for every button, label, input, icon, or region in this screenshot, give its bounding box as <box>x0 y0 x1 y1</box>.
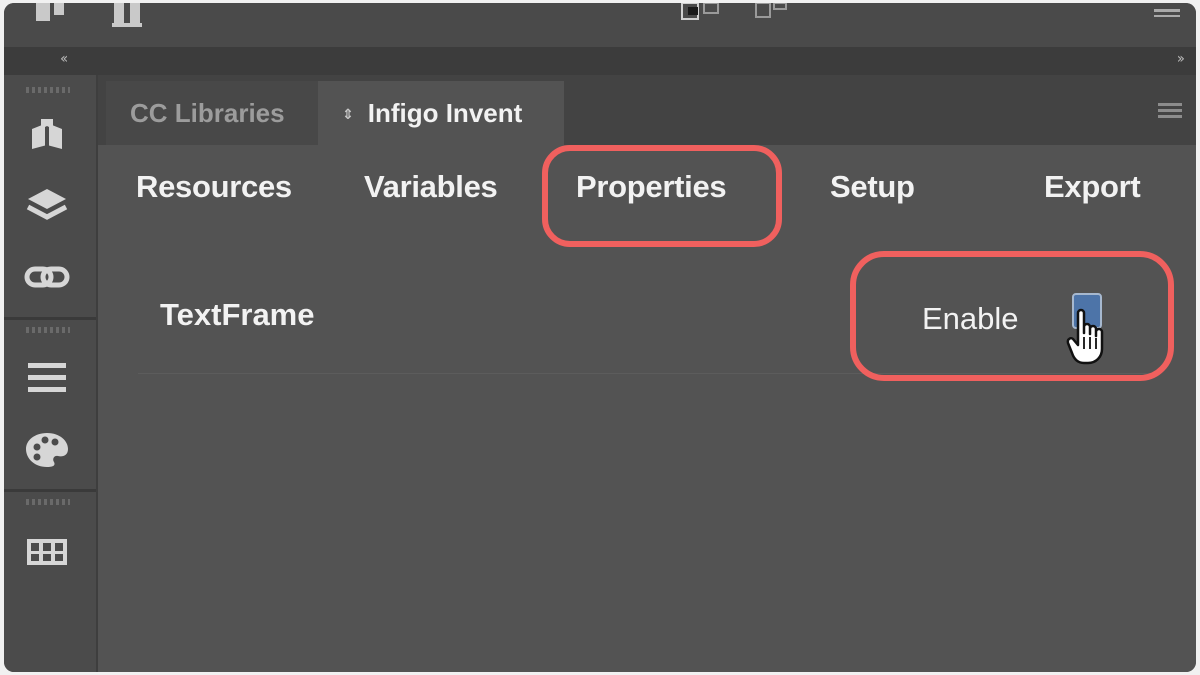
book-icon[interactable] <box>24 115 70 155</box>
layers-icon[interactable] <box>24 185 70 225</box>
rail-separator <box>4 489 96 492</box>
reorder-arrows-icon: ⇕ <box>342 106 354 122</box>
textframe-label: TextFrame <box>160 297 315 332</box>
infigo-invent-panel: CC Libraries ⇕ Infigo Invent Resources Va… <box>98 75 1196 672</box>
links-icon[interactable] <box>24 257 70 297</box>
rail-grip[interactable] <box>26 87 70 93</box>
panel-menu-icon[interactable] <box>1158 103 1182 119</box>
properties-highlight <box>542 145 782 247</box>
tab-label: CC Libraries <box>130 98 285 128</box>
tab-label: Infigo Invent <box>367 98 523 128</box>
tab-infigo-invent[interactable]: ⇕ Infigo Invent <box>318 81 564 145</box>
arrange-icon[interactable] <box>676 3 796 25</box>
menu-lines-icon[interactable] <box>24 357 70 397</box>
palette-icon[interactable] <box>24 429 70 469</box>
nav-variables[interactable]: Variables <box>364 169 498 205</box>
rail-grip[interactable] <box>26 327 70 333</box>
rail-grip[interactable] <box>26 499 70 505</box>
tab-cc-libraries[interactable]: CC Libraries <box>106 81 318 145</box>
rail-separator <box>4 317 96 320</box>
app-window: ‹‹ ›› CC Libraries ⇕ Infigo Invent Resou… <box>4 3 1196 672</box>
nav-export[interactable]: Export <box>1044 169 1141 205</box>
workspace-icon[interactable] <box>34 3 154 29</box>
collapse-left-icon[interactable]: ‹‹ <box>60 51 68 67</box>
expand-right-icon[interactable]: ›› <box>1177 51 1185 67</box>
hand-cursor-icon <box>1066 308 1104 365</box>
nav-resources[interactable]: Resources <box>136 169 292 205</box>
application-bar <box>4 3 1196 47</box>
swatches-icon[interactable] <box>24 531 70 571</box>
enable-highlight <box>850 251 1174 381</box>
panel-tab-strip: CC Libraries ⇕ Infigo Invent <box>98 75 1196 145</box>
tool-rail <box>4 75 98 672</box>
nav-setup[interactable]: Setup <box>830 169 915 205</box>
panel-collapse-bar: ‹‹ ›› <box>4 47 1196 75</box>
window-menu-icon[interactable] <box>1154 9 1180 17</box>
